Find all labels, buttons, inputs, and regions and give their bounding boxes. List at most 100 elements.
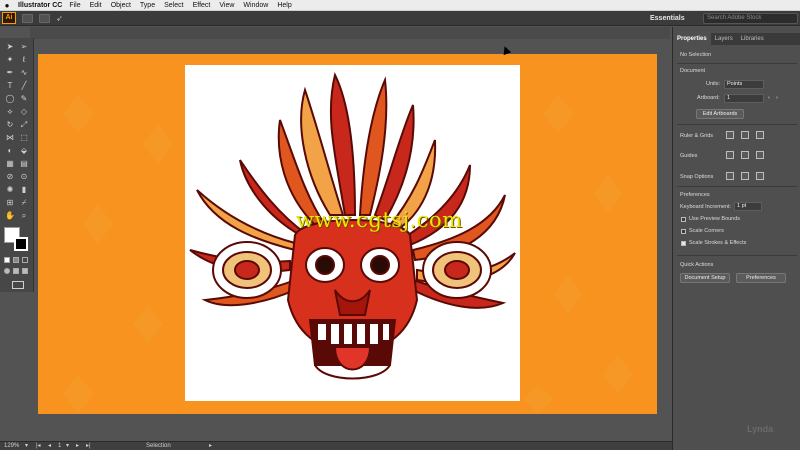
smart-guides-icon[interactable] [756,151,764,159]
lasso-tool-icon[interactable]: ℓ [18,54,30,65]
hand-tool-icon[interactable]: ✋ [4,210,16,221]
zoom-level-field[interactable]: 129% [4,442,19,450]
eyedropper-tool-icon[interactable]: ⊘ [4,171,16,182]
zoom-tool-icon[interactable]: ⌕ [18,210,30,221]
grid-icon[interactable] [741,131,749,139]
symbol-sprayer-tool-icon[interactable]: ✺ [4,184,16,195]
illustrator-window: ● Illustrator CC File Edit Object Type S… [0,0,800,450]
next-artboard-icon[interactable]: ▸ [76,442,79,450]
units-value: Points [727,81,743,87]
artboard-number-field[interactable]: 1 [58,442,61,450]
mesh-tool-icon[interactable]: ▤ [18,158,30,169]
selection-tool-icon[interactable]: ➤ [4,41,16,52]
arrange-documents-button[interactable] [39,13,50,23]
width-tool-icon[interactable]: ⋈ [4,132,16,143]
shape-builder-tool-icon[interactable]: ◐ [4,145,16,156]
bridge-button[interactable] [22,13,33,23]
adobe-stock-search-input[interactable]: Search Adobe Stock [703,13,798,24]
direct-selection-tool-icon[interactable]: ➢ [18,41,30,52]
status-menu-icon[interactable]: ▸ [209,442,212,450]
menu-file[interactable]: File [69,2,80,9]
mask-illustration [189,72,516,380]
rotate-tool-icon[interactable]: ↻ [4,119,16,130]
lock-guides-icon[interactable] [741,151,749,159]
watermark-text: www.cgtsj.com [296,208,463,232]
tools-panel: ➤ ➢ ✦ ℓ ✒ ∿ T ╱ ◯ ✎ ⟡ ◇ ↻ ⤢ ⋈ ⬚ ◐ ⬙ ▦ ▤ … [0,38,34,292]
pen-tool-icon[interactable]: ✒ [4,67,16,78]
scale-strokes-checkbox[interactable] [681,241,686,246]
show-guides-icon[interactable] [726,151,734,159]
color-mode-swatch[interactable] [4,257,10,263]
rulers-icon[interactable] [726,131,734,139]
artboard-select[interactable]: 1 [724,94,764,103]
menu-edit[interactable]: Edit [90,2,102,9]
prev-artboard-arrow-icon[interactable]: ‹ [768,95,770,101]
stroke-swatch[interactable] [14,237,28,251]
guides-label: Guides [680,153,698,159]
paintbrush-tool-icon[interactable]: ✎ [18,93,30,104]
blend-tool-icon[interactable]: ⊙ [18,171,30,182]
line-tool-icon[interactable]: ╱ [18,80,30,91]
ellipse-tool-icon[interactable]: ◯ [4,93,16,104]
curvature-tool-icon[interactable]: ∿ [18,67,30,78]
free-transform-tool-icon[interactable]: ⬚ [18,132,30,143]
column-graph-tool-icon[interactable]: ▮ [18,184,30,195]
units-label: Units: [706,81,721,87]
tab-properties[interactable]: Properties [673,33,711,45]
menu-effect[interactable]: Effect [193,2,211,9]
scale-tool-icon[interactable]: ⤢ [18,119,30,130]
draw-normal-icon[interactable] [4,268,10,274]
use-preview-bounds-label: Use Preview Bounds [689,216,741,222]
perspective-grid-tool-icon[interactable]: ▦ [4,158,16,169]
tab-libraries[interactable]: Libraries [737,33,768,45]
document-setup-button[interactable]: Document Setup [680,273,730,283]
shaper-tool-icon[interactable]: ⟡ [4,106,16,117]
current-tool-status[interactable]: Selection [146,442,171,450]
next-artboard-arrow-icon[interactable]: › [776,95,778,101]
artboard-dropdown-icon[interactable]: ▾ [66,442,69,450]
eraser-tool-icon[interactable]: ◇ [18,106,30,117]
gpu-rocket-icon[interactable]: ➶ [56,14,63,23]
menu-type[interactable]: Type [140,2,155,9]
tab-layers[interactable]: Layers [711,33,737,45]
menu-help[interactable]: Help [277,2,291,9]
last-artboard-icon[interactable]: ▸| [86,442,91,450]
properties-panel: Properties Layers Libraries No Selection… [672,27,800,450]
zoom-dropdown-icon[interactable]: ▾ [25,442,28,450]
lynda-watermark: Lynda [747,424,774,434]
prev-artboard-icon[interactable]: ◂ [48,442,51,450]
menu-window[interactable]: Window [243,2,268,9]
first-artboard-icon[interactable]: |◂ [36,442,41,450]
units-select[interactable]: Points [724,80,764,89]
gradient-mode-swatch[interactable] [13,257,19,263]
menu-view[interactable]: View [219,2,234,9]
selection-status: No Selection [680,52,712,58]
draw-inside-icon[interactable] [22,268,28,274]
artboard-tool-icon[interactable]: ⊞ [4,197,16,208]
slice-tool-icon[interactable]: ⌿ [18,197,30,208]
type-tool-icon[interactable]: T [4,80,16,91]
scale-corners-checkbox[interactable] [681,229,686,234]
transparency-grid-icon[interactable] [756,131,764,139]
snap-to-grid-icon[interactable] [741,172,749,180]
preferences-button[interactable]: Preferences [736,273,786,283]
menu-object[interactable]: Object [111,2,131,9]
apple-icon[interactable]: ● [0,1,14,10]
snap-to-pixel-icon[interactable] [756,172,764,180]
magic-wand-tool-icon[interactable]: ✦ [4,54,16,65]
keyboard-increment-value: 1 pt [737,203,747,209]
screen-mode-icon[interactable] [12,281,24,289]
menu-select[interactable]: Select [164,2,183,9]
app-menu[interactable]: Illustrator CC [18,2,62,9]
fire-demon-mask-artwork[interactable] [185,65,520,401]
edit-artboards-button[interactable]: Edit Artboards [696,109,744,119]
keyboard-increment-input[interactable]: 1 pt [734,202,762,211]
quick-actions-title: Quick Actions [680,262,714,268]
divider [677,255,797,256]
snap-to-point-icon[interactable] [726,172,734,180]
workspace-switcher[interactable]: Essentials [646,13,689,24]
none-mode-swatch[interactable] [22,257,28,263]
draw-behind-icon[interactable] [13,268,19,274]
live-paint-tool-icon[interactable]: ⬙ [18,145,30,156]
use-preview-bounds-checkbox[interactable] [681,217,686,222]
